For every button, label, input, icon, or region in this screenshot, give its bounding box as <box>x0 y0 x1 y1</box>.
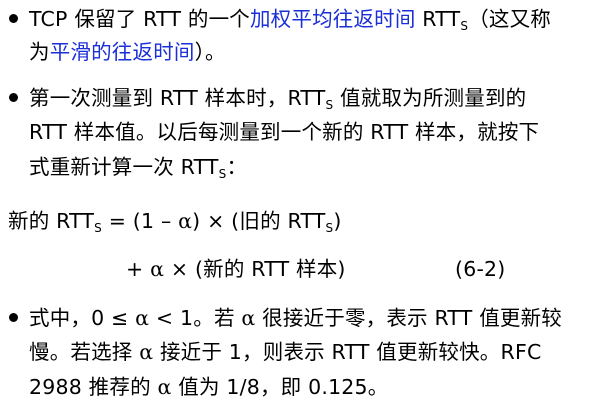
paragraph-3-line-2: 慢。若选择 α 接近于 1，则表示 RTT 值更新较快。RFC <box>29 339 541 365</box>
subscript-s: S <box>94 221 102 235</box>
subscript-s: S <box>460 19 469 33</box>
paragraph-1-text-a: TCP 保留了 RTT 的一个 <box>29 7 250 31</box>
paragraph-2-line-1: 第一次测量到 RTT 样本时，RTTS 值就取为所测量到的 <box>29 85 526 111</box>
alpha-symbol: α <box>241 306 256 330</box>
formula-line-1: 新的 RTTS = (1 – α) × (旧的 RTTS) <box>8 208 342 234</box>
formula-text-f: × (新的 RTT 样本) <box>164 257 346 281</box>
paragraph-2-text-d: 式重新计算一次 RTT <box>29 155 219 179</box>
paragraph-2-line-2: RTT 样本值。以后每测量到一个新的 RTT 样本，就按下 <box>29 119 539 145</box>
alpha-symbol: α <box>157 375 172 399</box>
alpha-symbol: α <box>150 257 165 281</box>
paragraph-3-text-a: 式中，0 ≤ <box>29 306 136 330</box>
paragraph-1-text-b: RTT <box>415 7 461 31</box>
paragraph-3-text-f: 2988 推荐的 <box>29 375 158 399</box>
formula-line-2: + α × (新的 RTT 样本) <box>126 256 346 282</box>
alpha-symbol: α <box>135 306 150 330</box>
bullet-3 <box>9 313 18 322</box>
paragraph-3-text-b: < 1。若 <box>149 306 242 330</box>
bullet-1 <box>9 14 18 23</box>
paragraph-3-text-g: 值为 1/8，即 0.125。 <box>171 375 389 399</box>
paragraph-3-line-3: 2988 推荐的 α 值为 1/8，即 0.125。 <box>29 374 389 400</box>
term-weighted-average-rtt: 加权平均往返时间 <box>249 7 416 31</box>
paragraph-1-text-e: ）。 <box>194 40 226 64</box>
paragraph-2-text-b: 值就取为所测量到的 <box>333 86 527 110</box>
paragraph-1-line-2: 为平滑的往返时间）。 <box>29 39 226 65</box>
paragraph-2-text-a: 第一次测量到 RTT 样本时，RTT <box>29 86 326 110</box>
paragraph-3-line-1: 式中，0 ≤ α < 1。若 α 很接近于零，表示 RTT 值更新较 <box>29 305 562 331</box>
formula-text-c: ) × (旧的 RTT <box>192 209 326 233</box>
formula-text-a: 新的 RTT <box>8 209 95 233</box>
alpha-symbol: α <box>178 209 193 233</box>
bullet-2 <box>9 93 18 102</box>
paragraph-1-line-1: TCP 保留了 RTT 的一个加权平均往返时间 RTTS（这又称 <box>29 6 551 32</box>
equation-number: (6-2) <box>455 257 506 281</box>
paragraph-1-text-d: 为 <box>29 40 50 64</box>
paragraph-2-text-e: ： <box>226 155 248 179</box>
alpha-symbol: α <box>139 340 154 364</box>
paragraph-2-text-c: RTT 样本值。以后每测量到一个新的 RTT 样本，就按下 <box>29 120 540 144</box>
term-smoothed-rtt: 平滑的往返时间 <box>49 40 195 64</box>
paragraph-3-text-d: 慢。若选择 <box>29 340 140 364</box>
formula-text-e: + <box>126 257 151 281</box>
paragraph-2-line-3: 式重新计算一次 RTTS： <box>29 154 247 180</box>
paragraph-1-text-c: （这又称 <box>468 7 551 31</box>
paragraph-3-text-c: 很接近于零，表示 RTT 值更新较 <box>255 306 563 330</box>
formula-text-d: ) <box>333 209 342 233</box>
paragraph-3-text-e: 接近于 1，则表示 RTT 值更新较快。RFC <box>153 340 542 364</box>
formula-text-b: = (1 – <box>101 209 179 233</box>
